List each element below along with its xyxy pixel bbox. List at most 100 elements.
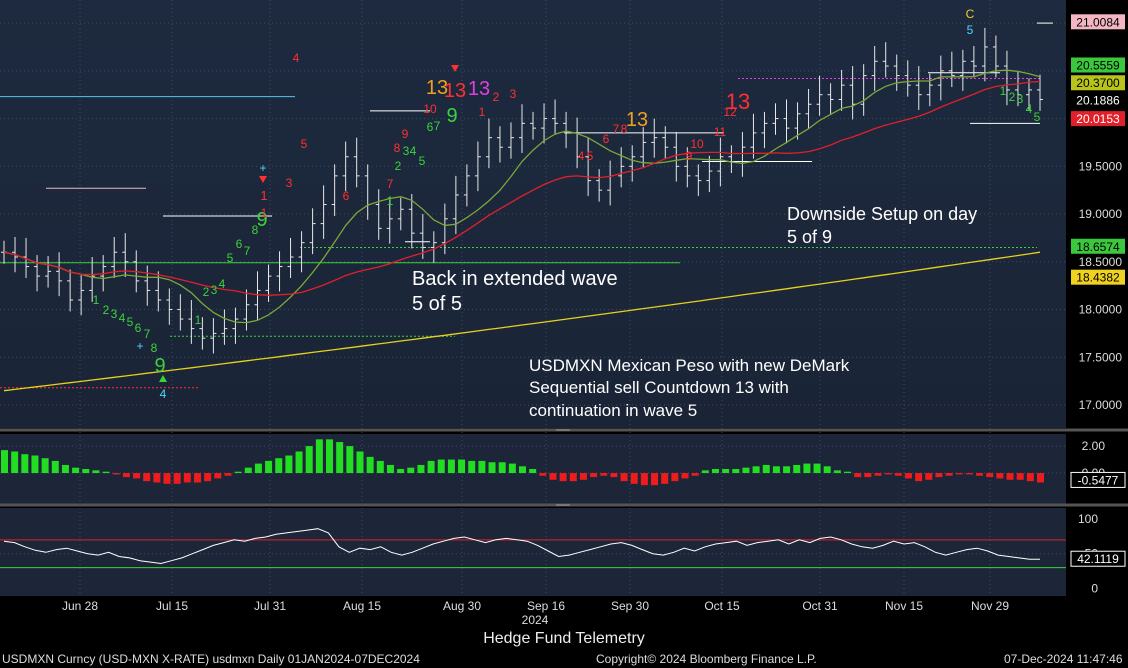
demark-setup-count: 7	[434, 119, 441, 133]
osc-last-label: 42.1119	[1077, 552, 1119, 566]
demark-setup-count: 4	[119, 311, 126, 325]
macd-bar	[651, 473, 659, 486]
macd-bar	[437, 459, 445, 474]
macd-bar	[549, 473, 557, 480]
demark-count-label: C	[966, 7, 975, 21]
macd-bar	[590, 473, 598, 478]
macd-bar	[711, 469, 719, 474]
y-tick-label: 18.0000	[1079, 303, 1123, 317]
demark-setup-count: 5	[301, 137, 308, 151]
demark-setup-count: 2	[203, 285, 210, 299]
macd-bar	[397, 469, 405, 474]
demark-count-label: 13	[468, 78, 490, 100]
bloomberg-chart: 949141313 139 1313C512 3 4 5 6 7812 3 456 78123 456…	[0, 0, 1128, 627]
macd-bar	[31, 455, 39, 474]
annotation-wave-1: Back in extended wave	[412, 268, 618, 290]
demark-setup-count: 9	[686, 149, 693, 163]
macd-bar	[417, 464, 425, 474]
macd-bar	[305, 446, 313, 474]
macd-bar	[539, 473, 547, 476]
annotation-usdmxn-1: USDMXN Mexican Peso with new DeMark	[529, 356, 850, 375]
macd-bar	[11, 451, 19, 474]
macd-bar	[376, 460, 384, 474]
annotation-wave-2: 5 of 5	[412, 293, 462, 315]
demark-setup-count: 2	[395, 159, 402, 173]
macd-bar	[61, 464, 69, 474]
macd-bar	[254, 463, 262, 474]
macd-bar	[488, 462, 496, 474]
macd-bar	[1026, 473, 1034, 482]
macd-bar	[691, 473, 699, 476]
macd-bar	[478, 460, 486, 474]
macd-bar	[935, 473, 943, 478]
demark-setup-count: 1	[261, 206, 268, 220]
macd-bar	[793, 464, 801, 474]
demark-setup-count: 4	[410, 144, 417, 158]
macd-bar	[661, 473, 669, 484]
demark-setup-count: 4	[1026, 102, 1033, 116]
macd-bar	[336, 442, 344, 474]
osc-y-tick: 100	[1078, 512, 1098, 526]
macd-bar	[894, 473, 902, 476]
macd-bar	[295, 451, 303, 474]
macd-bar	[701, 470, 709, 474]
macd-bar	[1016, 473, 1024, 480]
annotation-usdmxn-3: continuation in wave 5	[529, 401, 697, 420]
x-tick-label: Aug 30	[443, 599, 481, 613]
macd-bar	[874, 473, 882, 476]
x-tick-label: Oct 15	[704, 599, 740, 613]
demark-setup-count: 5	[587, 149, 594, 163]
macd-bar	[204, 473, 212, 482]
macd-bar	[326, 439, 334, 474]
macd-bar	[904, 473, 912, 479]
demark-setup-count: 7	[613, 122, 620, 136]
demark-setup-count: 12	[723, 105, 737, 119]
macd-bar	[732, 469, 740, 474]
x-tick-label: Jul 31	[254, 599, 286, 613]
macd-bar	[579, 473, 587, 480]
macd-bar	[915, 473, 923, 482]
demark-count-label: 4	[293, 51, 300, 65]
demark-setup-count: 3	[211, 283, 218, 297]
macd-bar	[976, 473, 984, 476]
x-tick-label: Jul 15	[156, 599, 188, 613]
demark-setup-count: 7	[244, 244, 251, 258]
demark-setup-count: 6	[343, 189, 350, 203]
macd-bar	[519, 466, 526, 474]
x-tick-label: Sep 16	[527, 599, 565, 613]
macd-bar	[752, 466, 760, 474]
demark-setup-count: 8	[252, 223, 259, 237]
demark-count-label: 5	[967, 23, 974, 37]
macd-bar	[945, 473, 953, 476]
y-tick-label: 19.0000	[1079, 207, 1123, 221]
demark-setup-count: 3	[111, 307, 118, 321]
demark-setup-count: 2	[103, 303, 110, 317]
demark-setup-count: 10	[423, 102, 437, 116]
macd-bar	[153, 473, 161, 483]
price-label: 20.3700	[1076, 76, 1120, 90]
macd-bar	[265, 460, 273, 474]
macd-bar	[630, 473, 638, 484]
macd-bar	[183, 473, 191, 483]
demark-setup-count: 2	[1009, 90, 1016, 104]
demark-setup-count: 3	[1017, 92, 1024, 106]
macd-bar	[51, 460, 59, 474]
demark-setup-count: 10	[690, 137, 704, 151]
macd-bar	[864, 473, 872, 478]
macd-bar	[803, 463, 811, 474]
oscillator-panel	[0, 508, 1066, 596]
macd-bar	[508, 463, 516, 474]
macd-bar	[285, 455, 293, 474]
price-label: 18.4382	[1076, 271, 1120, 285]
macd-bar	[366, 456, 374, 474]
demark-setup-count: 5	[227, 251, 234, 265]
demark-setup-count: 1	[479, 105, 486, 119]
macd-bar	[640, 473, 648, 486]
macd-bar	[163, 473, 171, 484]
macd-bar	[82, 469, 90, 474]
price-label: 20.0153	[1076, 112, 1120, 126]
annotation-usdmxn-2: Sequential sell Countdown 13 with	[529, 378, 789, 397]
year-label: 2024	[522, 613, 549, 627]
macd-bar	[569, 473, 577, 482]
demark-setup-count: 1	[93, 293, 100, 307]
